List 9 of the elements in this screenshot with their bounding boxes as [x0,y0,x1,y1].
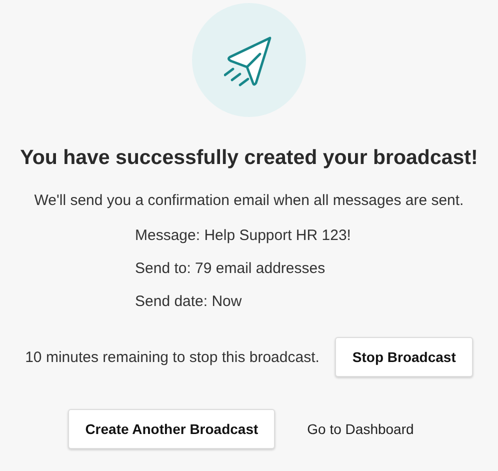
detail-line: Send date: Now [135,292,243,312]
confirmation-message: We'll send you a confirmation email when all messages are sent. [34,191,464,211]
stop-notice: 10 minutes remaining to stop this broadcast. [25,348,320,366]
stop-button[interactable]: Stop Broadcast [335,337,473,377]
detail-line: Message: Help Support HR 123! [135,226,352,246]
dashboard-link[interactable]: Go to Dashboard [307,421,414,437]
success-title: You have successfully created your broadcast! [20,146,478,170]
detail-line: Send to: 79 email addresses [135,259,326,279]
create-button[interactable]: Create Another Broadcast [68,409,276,449]
